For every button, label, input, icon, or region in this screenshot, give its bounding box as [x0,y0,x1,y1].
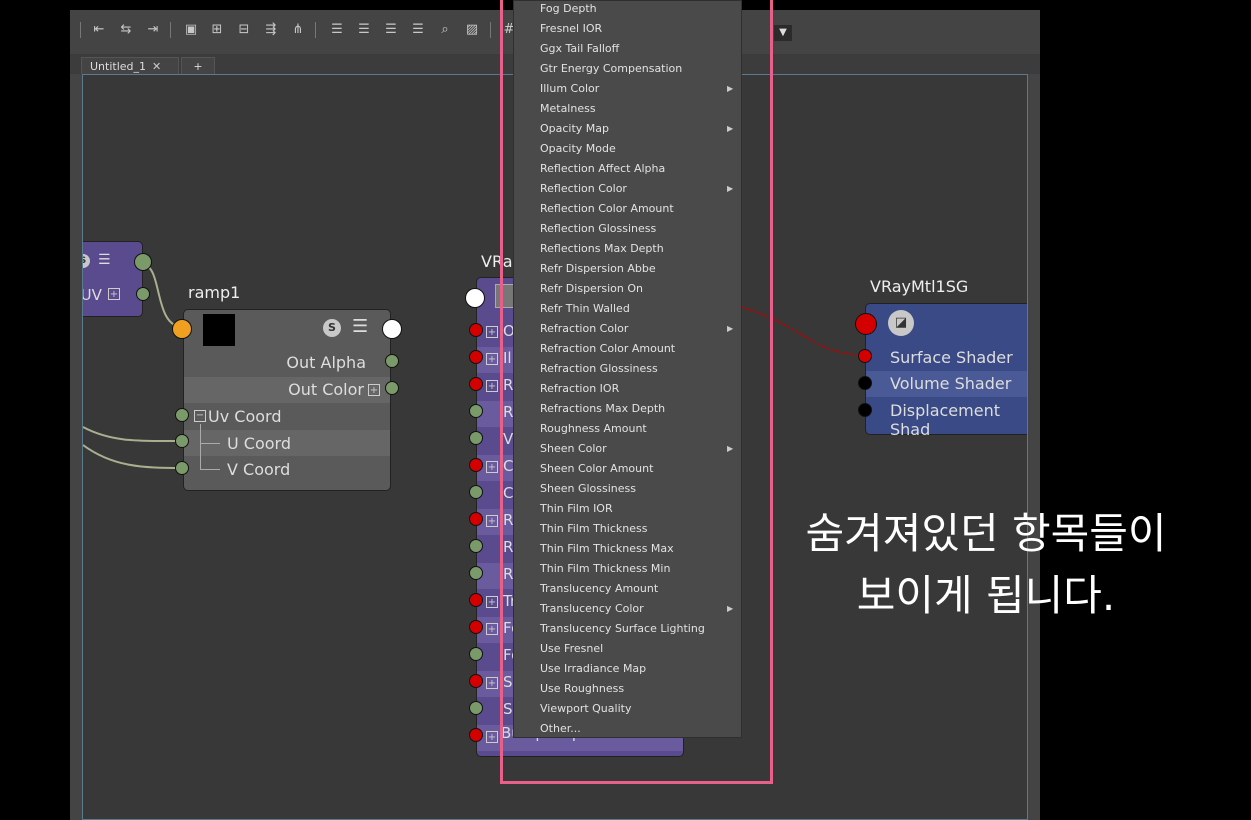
vraymtl-attr-port[interactable] [469,728,483,742]
toolbar-separator [315,22,318,38]
v-coord-port[interactable] [175,461,189,475]
add-tab-button[interactable]: + [181,57,215,74]
vraymtl-attr-port[interactable] [469,323,483,337]
highlight-box [500,0,773,784]
displacement-shader-port[interactable] [858,403,872,417]
expand-icon[interactable]: + [486,353,498,365]
expand-icon[interactable]: + [486,326,498,338]
u-coord-label: U Coord [227,434,291,453]
expand-icon[interactable]: + [108,288,120,300]
volume-shader-label: Volume Shader [890,374,1012,393]
menu-icon[interactable]: ☰ [352,316,368,337]
frame-selection-icon[interactable]: ▣ [182,21,200,39]
tab-label: Untitled_1 [90,60,147,73]
layout-graph-icon[interactable]: ⊞ [208,21,226,39]
custom-view-icon[interactable]: ☰ [409,21,427,39]
ramp-input-port[interactable] [172,319,192,339]
vraymtl-attr-port[interactable] [469,485,483,499]
vraymtl-attr-port[interactable] [469,701,483,715]
search-icon[interactable]: ⌕ [436,21,454,39]
connected-view-icon[interactable]: ☰ [355,21,373,39]
vraymtl-attr-port[interactable] [469,377,483,391]
close-icon[interactable]: ✕ [152,60,161,73]
volume-shader-port[interactable] [858,376,872,390]
vraymtl-attr-port[interactable] [469,512,483,526]
full-view-icon[interactable]: ☰ [382,21,400,39]
shading-group-node[interactable]: ◪ Surface Shader Volume Shader Displacem… [865,303,1027,439]
wire-u-coord [83,426,184,443]
caption-line-1: 숨겨져있던 항목들이 [805,509,1167,558]
toolbar-separator [170,22,173,38]
caption-line-2: 보이게 됩니다. [856,571,1116,620]
sg-input-port[interactable] [855,313,877,335]
displacement-shader-label: Displacement Shad [890,401,1000,439]
vraymtl-attr-port[interactable] [469,431,483,445]
tree-line [200,424,201,470]
expand-icon[interactable]: + [486,515,498,527]
snapshot-icon[interactable]: ▨ [463,21,481,39]
ramp-output-port[interactable] [382,319,402,339]
uv-coord-label: Uv Coord [208,407,282,426]
vraymtl-attr-port[interactable] [469,539,483,553]
shader-ball-icon[interactable]: S [323,319,341,337]
uv-output-port[interactable] [134,253,152,271]
shading-group-icon[interactable]: ◪ [888,310,914,336]
collapse-icon[interactable]: − [194,410,206,422]
tree-line [200,469,220,470]
vraymtl-attr-port[interactable] [469,674,483,688]
surface-shader-label: Surface Shader [890,348,1013,367]
out-alpha-port[interactable] [385,354,399,368]
expand-icon[interactable]: + [486,731,498,743]
input-output-connections-icon[interactable]: ⇆ [117,21,135,39]
u-coord-port[interactable] [175,434,189,448]
ramp-node-title: ramp1 [188,283,241,302]
v-coord-label: V Coord [227,460,291,479]
tab-untitled-1[interactable]: Untitled_1 ✕ [81,57,179,74]
expand-icon[interactable]: + [486,461,498,473]
uv-coord-port[interactable] [175,408,189,422]
surface-shader-port[interactable] [858,349,872,363]
out-alpha-label: Out Alpha [286,353,366,372]
wire-v-coord [83,444,184,469]
vraymtl-input-port[interactable] [465,288,485,308]
output-connections-icon[interactable]: ⇥ [144,21,162,39]
expand-icon[interactable]: + [486,596,498,608]
toolbar-separator [490,22,493,38]
vraymtl-attr-port[interactable] [469,647,483,661]
expand-icon[interactable]: + [486,623,498,635]
vraymtl-attr-port[interactable] [469,566,483,580]
ramp-node[interactable]: S ☰ Out Alpha Out Color + − Uv Coord U C… [183,309,391,491]
rearrange-graph-icon[interactable]: ⊟ [235,21,253,39]
shader-ball-icon[interactable]: S [83,254,90,268]
attr-label: t UV [82,286,102,304]
expand-icon[interactable]: + [368,384,380,396]
menu-icon[interactable]: ☰ [98,252,111,268]
out-color-label: Out Color [288,380,364,399]
vraymtl-attr-port[interactable] [469,593,483,607]
vraymtl-attr-port[interactable] [469,350,483,364]
input-connections-icon[interactable]: ⇤ [90,21,108,39]
vraymtl-attr-port[interactable] [469,458,483,472]
sg-node-title: VRayMtl1SG [870,277,969,296]
expand-icon[interactable]: + [486,677,498,689]
graph-downstream-icon[interactable]: ⋔ [289,21,307,39]
simple-view-icon[interactable]: ☰ [328,21,346,39]
out-color-port[interactable] [385,381,399,395]
expand-icon[interactable]: + [486,380,498,392]
chevron-down-icon[interactable]: ▼ [774,25,792,41]
graph-upstream-icon[interactable]: ⇶ [262,21,280,39]
ramp-swatch [203,314,235,346]
uv-node-partial[interactable]: S ☰ t UV + [82,241,143,317]
vraymtl-attr-port[interactable] [469,620,483,634]
vraymtl-attr-port[interactable] [469,404,483,418]
toolbar-separator [80,22,83,38]
tree-line [200,443,220,444]
uv-attr-port[interactable] [136,287,150,301]
